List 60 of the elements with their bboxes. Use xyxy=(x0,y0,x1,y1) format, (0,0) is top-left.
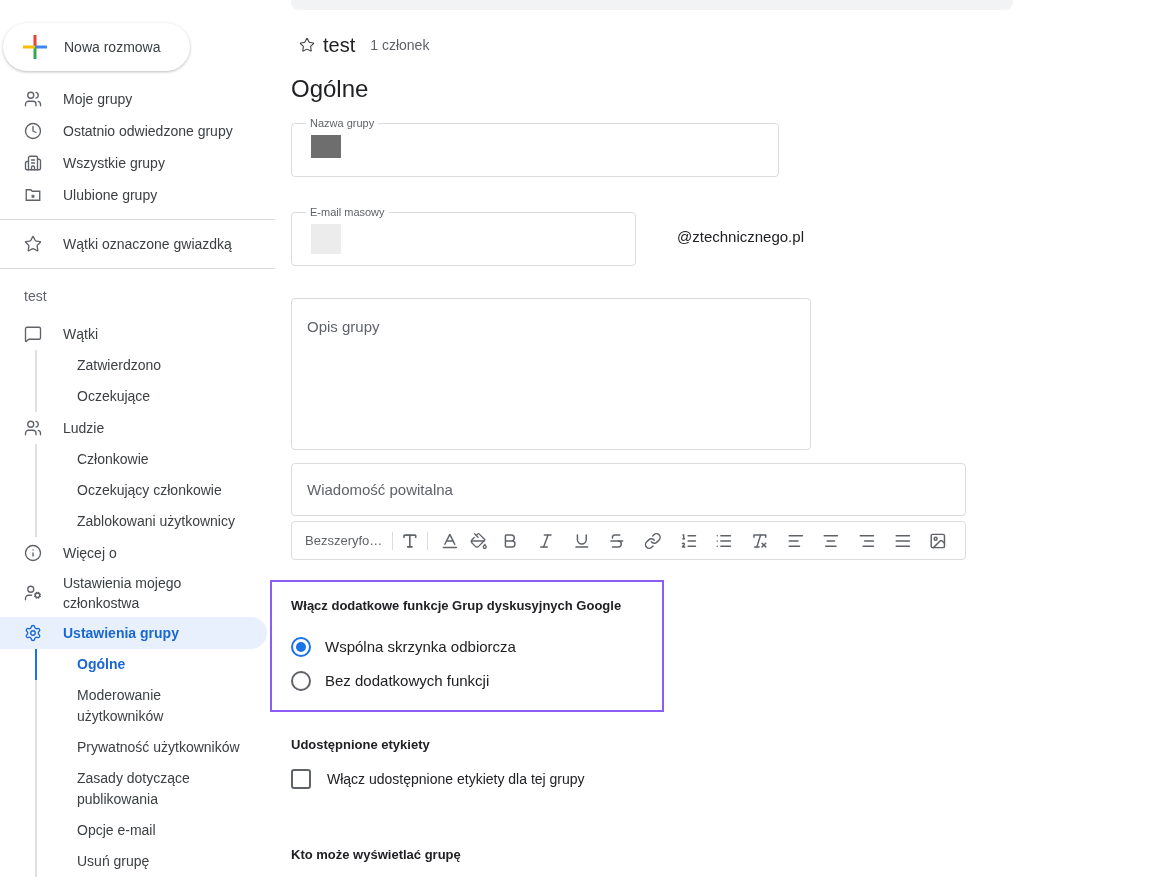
sidebar-item[interactable]: Wszystkie grupy xyxy=(0,147,267,179)
radio-option[interactable]: Wspólna skrzynka odbiorcza xyxy=(291,635,662,658)
section-heading: Włącz dodatkowe funkcje Grup dyskusyjnych Google xyxy=(291,597,623,615)
info-icon xyxy=(24,544,42,562)
sidebar-subitem[interactable]: Zasady dotyczące publikowania xyxy=(35,763,275,815)
font-dropdown[interactable]: Bezszeryfo… xyxy=(305,530,393,551)
sidebar-item[interactable]: Moje grupy xyxy=(0,83,267,115)
sidebar-subitem[interactable]: Moderowanie użytkowników xyxy=(35,680,275,732)
sidebar-subitem[interactable]: Prywatność użytkowników xyxy=(35,732,275,763)
link-icon[interactable] xyxy=(643,531,662,550)
sidebar-item[interactable]: Ludzie xyxy=(0,412,267,444)
plus-icon xyxy=(23,35,47,59)
sidebar-subitem[interactable]: Członkowie xyxy=(35,444,275,475)
radio-unselected[interactable] xyxy=(291,671,311,692)
sidebar-subitem[interactable]: Ogólne xyxy=(35,649,275,680)
underline-icon[interactable] xyxy=(572,531,591,550)
strikethrough-icon[interactable] xyxy=(608,531,626,550)
welcome-message-field[interactable]: Wiadomość powitalna xyxy=(291,463,966,516)
sidebar-item[interactable]: Ustawienia mojego członkostwa xyxy=(0,569,267,617)
sidebar-item[interactable]: Więcej o xyxy=(0,537,267,569)
clear-format-icon[interactable] xyxy=(750,531,769,550)
checkbox-label: Włącz udostępnione etykiety dla tej grupy xyxy=(327,769,585,789)
radio-option[interactable]: Bez dodatkowych funkcji xyxy=(291,670,662,693)
user-gear-icon xyxy=(24,584,42,602)
sidebar-item[interactable]: Ustawienia grupy xyxy=(0,617,267,649)
settings-icon xyxy=(24,624,42,642)
people-icon xyxy=(24,90,42,108)
page-title: Ogólne xyxy=(291,74,370,104)
people-icon xyxy=(24,419,42,437)
new-chat-button[interactable]: Nowa rozmowa xyxy=(3,23,190,71)
checkbox[interactable] xyxy=(291,769,311,789)
sidebar-subitem[interactable]: Zablokowani użytkownicy xyxy=(35,506,275,537)
member-count: 1 członek xyxy=(370,35,430,55)
numbered-list-icon[interactable] xyxy=(679,531,698,550)
sidebar-item[interactable]: Wątki oznaczone gwiazdką xyxy=(0,228,267,260)
star-icon[interactable] xyxy=(299,37,315,53)
sidebar-item[interactable]: Ulubione grupy xyxy=(0,179,267,211)
sidebar-item[interactable]: Ostatnio odwiedzone grupy xyxy=(0,115,267,147)
sidebar-item[interactable]: Wątki xyxy=(0,318,267,350)
sidebar-subitem[interactable]: Oczekujący członkowie xyxy=(35,475,275,506)
group-label: test xyxy=(24,287,48,306)
section-heading: Udostępnione etykiety xyxy=(291,736,431,754)
folder-star-icon xyxy=(24,186,42,204)
image-icon[interactable] xyxy=(929,531,947,550)
sidebar-subitem[interactable]: Opcje e-mail xyxy=(35,815,275,846)
group-title: test xyxy=(323,33,356,58)
chat-icon xyxy=(24,325,42,343)
description-field[interactable]: Opis grupy xyxy=(291,298,811,450)
radio-selected[interactable] xyxy=(291,636,311,657)
sidebar-subitem[interactable]: Usuń grupę xyxy=(35,846,275,877)
sidebar-subitem[interactable]: Zatwierdzono xyxy=(35,350,275,381)
email-domain: @ztechnicznego.pl xyxy=(677,226,804,247)
text-size-icon[interactable] xyxy=(401,531,419,550)
building-icon xyxy=(24,154,42,172)
sidebar-subitem[interactable]: Oczekujące xyxy=(35,381,275,412)
section-heading: Kto może wyświetlać grupę xyxy=(291,845,462,864)
redacted-block xyxy=(311,134,341,158)
fill-color-icon[interactable] xyxy=(469,531,488,550)
star-icon xyxy=(24,235,42,253)
clock-icon xyxy=(24,122,42,140)
